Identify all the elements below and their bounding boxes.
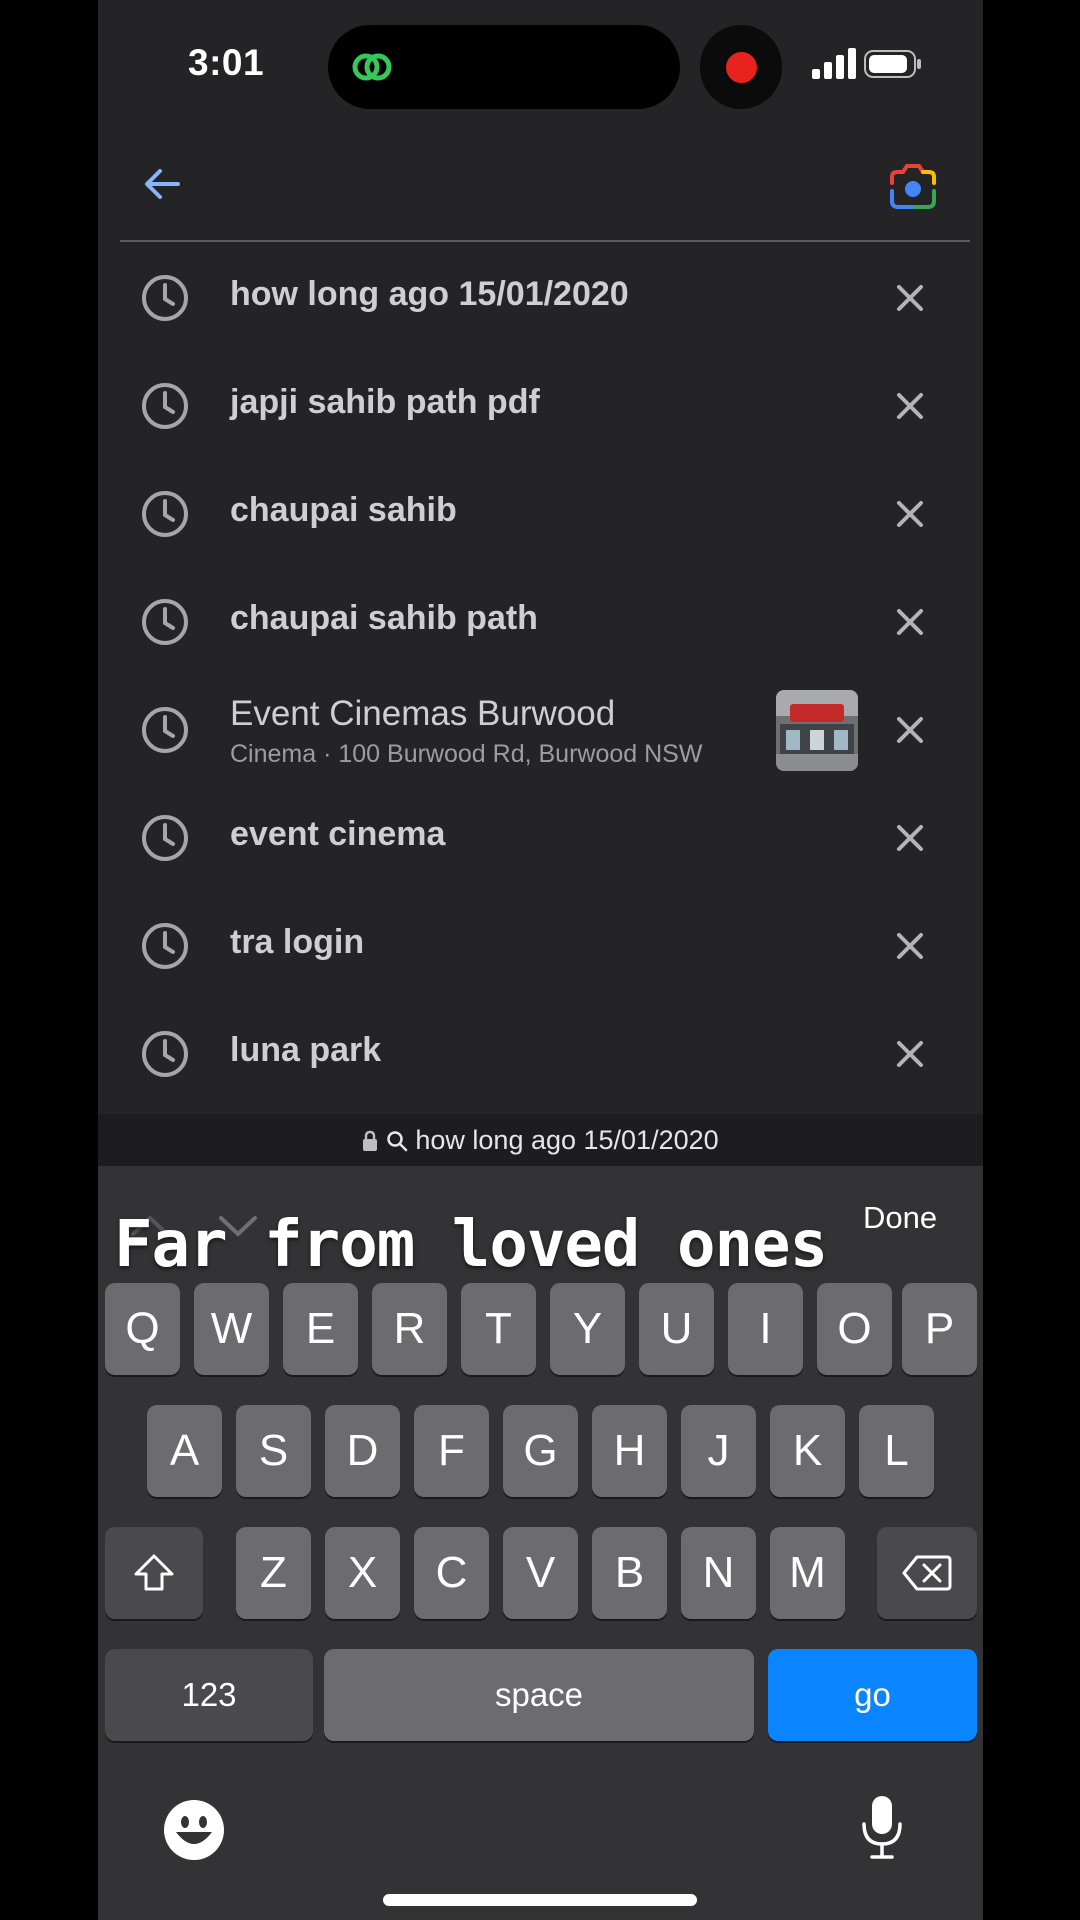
backspace-icon [902, 1555, 952, 1591]
history-clock-icon [142, 815, 188, 861]
history-clock-icon [142, 275, 188, 321]
place-suggestion-row[interactable]: Event Cinemas Burwood Cinema · 100 Burwo… [98, 676, 983, 784]
phone-screen: 3:01 how long ago 15/01/2020 japji sahib… [98, 0, 983, 1920]
video-caption-overlay: Far from loved ones [114, 1208, 828, 1282]
suggestion-text: luna park [230, 1031, 382, 1069]
history-clock-icon [142, 383, 188, 429]
search-icon [387, 1131, 408, 1152]
delete-key[interactable] [877, 1527, 977, 1619]
key-d[interactable]: D [325, 1405, 400, 1497]
link-app-icon [352, 53, 392, 81]
numbers-key[interactable]: 123 [105, 1649, 313, 1741]
arrow-left-icon[interactable] [138, 160, 186, 208]
key-k[interactable]: K [770, 1405, 845, 1497]
shift-key[interactable] [105, 1527, 203, 1619]
space-key[interactable]: space [324, 1649, 754, 1741]
url-text: how long ago 15/01/2020 [415, 1125, 719, 1155]
cinema-thumbnail-image [776, 690, 858, 771]
suggestion-row[interactable]: luna park [98, 1000, 983, 1108]
key-l[interactable]: L [859, 1405, 934, 1497]
key-i[interactable]: I [728, 1283, 803, 1375]
key-c[interactable]: C [414, 1527, 489, 1619]
history-clock-icon [142, 1031, 188, 1077]
suggestion-text: how long ago 15/01/2020 [230, 275, 629, 313]
history-clock-icon [142, 707, 188, 753]
battery-icon [864, 50, 921, 78]
key-p[interactable]: P [902, 1283, 977, 1375]
history-clock-icon [142, 599, 188, 645]
remove-suggestion-icon[interactable] [894, 1038, 926, 1070]
key-j[interactable]: J [681, 1405, 756, 1497]
remove-suggestion-icon[interactable] [894, 822, 926, 854]
suggestion-row[interactable]: how long ago 15/01/2020 [98, 244, 983, 352]
url-display: how long ago 15/01/2020 [98, 1125, 983, 1156]
key-h[interactable]: H [592, 1405, 667, 1497]
key-y[interactable]: Y [550, 1283, 625, 1375]
shift-arrow-icon [134, 1554, 174, 1591]
key-e[interactable]: E [283, 1283, 358, 1375]
remove-suggestion-icon[interactable] [894, 714, 926, 746]
done-button[interactable]: Done [863, 1200, 937, 1236]
suggestion-text: japji sahib path pdf [230, 383, 540, 421]
suggestion-row[interactable]: event cinema [98, 784, 983, 892]
key-w[interactable]: W [194, 1283, 269, 1375]
suggestion-text: event cinema [230, 815, 446, 853]
suggestion-row[interactable]: tra login [98, 892, 983, 1000]
key-q[interactable]: Q [105, 1283, 180, 1375]
emoji-icon[interactable] [162, 1798, 226, 1862]
key-n[interactable]: N [681, 1527, 756, 1619]
key-m[interactable]: M [770, 1527, 845, 1619]
place-title: Event Cinemas Burwood [230, 694, 616, 733]
suggestion-row[interactable]: chaupai sahib [98, 460, 983, 568]
home-indicator[interactable] [383, 1894, 697, 1906]
key-t[interactable]: T [461, 1283, 536, 1375]
keyboard: Done Far from loved ones Q W E R T Y U I… [98, 1166, 983, 1920]
lock-icon [363, 1130, 378, 1151]
search-divider [120, 240, 970, 242]
remove-suggestion-icon[interactable] [894, 606, 926, 638]
suggestion-text: chaupai sahib path [230, 599, 538, 637]
dynamic-island [328, 25, 680, 109]
suggestion-row[interactable]: chaupai sahib path [98, 568, 983, 676]
key-v[interactable]: V [503, 1527, 578, 1619]
recording-indicator [700, 25, 782, 109]
key-b[interactable]: B [592, 1527, 667, 1619]
record-dot-icon [726, 52, 757, 83]
key-o[interactable]: O [817, 1283, 892, 1375]
remove-suggestion-icon[interactable] [894, 282, 926, 314]
key-f[interactable]: F [414, 1405, 489, 1497]
remove-suggestion-icon[interactable] [894, 390, 926, 422]
remove-suggestion-icon[interactable] [894, 930, 926, 962]
key-r[interactable]: R [372, 1283, 447, 1375]
key-g[interactable]: G [503, 1405, 578, 1497]
suggestion-text: chaupai sahib [230, 491, 457, 529]
suggestion-row[interactable]: japji sahib path pdf [98, 352, 983, 460]
cellular-signal-icon [812, 48, 856, 79]
key-s[interactable]: S [236, 1405, 311, 1497]
go-key[interactable]: go [768, 1649, 977, 1741]
remove-suggestion-icon[interactable] [894, 498, 926, 530]
history-clock-icon [142, 923, 188, 969]
key-a[interactable]: A [147, 1405, 222, 1497]
url-bar[interactable]: how long ago 15/01/2020 [98, 1114, 983, 1166]
key-u[interactable]: U [639, 1283, 714, 1375]
key-z[interactable]: Z [236, 1527, 311, 1619]
camera-lens-icon[interactable] [888, 163, 938, 211]
history-clock-icon [142, 491, 188, 537]
key-x[interactable]: X [325, 1527, 400, 1619]
status-time: 3:01 [188, 42, 265, 83]
microphone-icon[interactable] [860, 1794, 904, 1860]
suggestion-text: tra login [230, 923, 365, 961]
place-subtitle: Cinema · 100 Burwood Rd, Burwood NSW [230, 740, 703, 768]
